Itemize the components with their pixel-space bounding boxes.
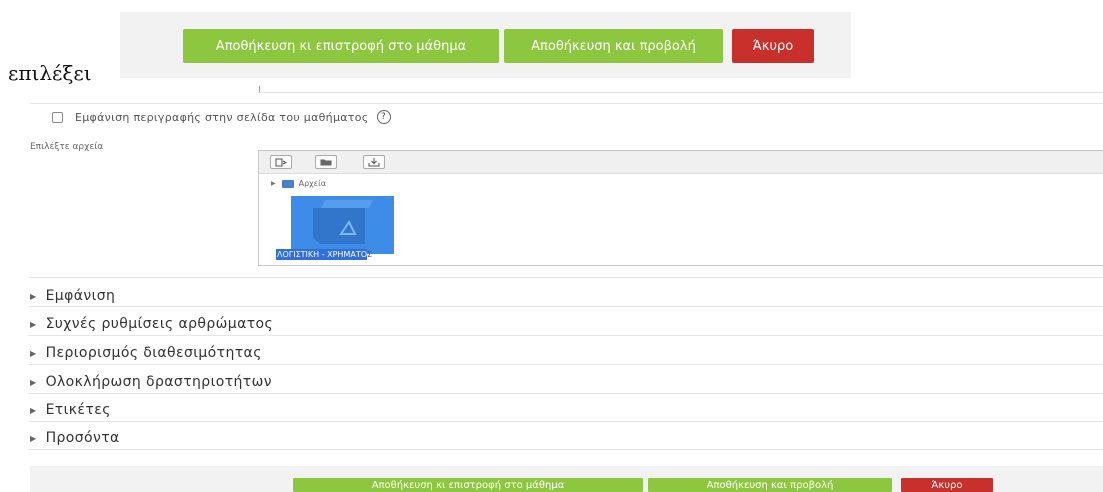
expand-triangle-icon: ▶ bbox=[271, 180, 276, 187]
files-label: Επιλέξτε αρχεία bbox=[30, 142, 104, 152]
show-description-label: Εμφάνιση περιγραφής στην σελίδα του μαθή… bbox=[75, 110, 369, 124]
expand-arrow-icon: ▶ bbox=[30, 433, 37, 443]
section-label: Προσόντα bbox=[45, 430, 120, 446]
section-restrict-access[interactable]: ▶ Περιορισμός διαθεσιμότητας bbox=[30, 345, 262, 361]
section-label: Ετικέτες bbox=[45, 402, 111, 418]
download-icon[interactable] bbox=[363, 155, 385, 169]
divider bbox=[28, 277, 1103, 278]
divider bbox=[28, 335, 1103, 336]
cancel-button[interactable]: Άκυρο bbox=[732, 29, 814, 63]
section-competencies[interactable]: ▶ Προσόντα bbox=[30, 430, 120, 446]
show-description-checkbox[interactable] bbox=[52, 111, 63, 123]
section-label: Εμφάνιση bbox=[45, 288, 116, 304]
section-common-module-settings[interactable]: ▶ Συχνές ρυθμίσεις αρθρώματος bbox=[30, 316, 273, 332]
section-appearance[interactable]: ▶ Εμφάνιση bbox=[30, 288, 115, 304]
file-thumbnail[interactable] bbox=[291, 196, 394, 254]
divider bbox=[28, 421, 1103, 422]
cancel-button[interactable]: Άκυρο bbox=[901, 478, 993, 492]
word-label: επιλέξει bbox=[8, 61, 92, 85]
save-display-button[interactable]: Αποθήκευση και προβολή bbox=[648, 478, 892, 492]
create-folder-icon[interactable] bbox=[315, 155, 337, 169]
section-tags[interactable]: ▶ Ετικέτες bbox=[30, 402, 111, 418]
save-return-button[interactable]: Αποθήκευση κι επιστροφή στο μάθημα bbox=[293, 478, 643, 492]
save-display-button[interactable]: Αποθήκευση και προβολή bbox=[504, 29, 723, 63]
divider bbox=[28, 306, 1103, 307]
divider bbox=[30, 103, 1103, 104]
file-path-breadcrumb[interactable]: ▶ Αρχεία bbox=[271, 179, 326, 188]
folder-name: Αρχεία bbox=[298, 179, 327, 188]
expand-arrow-icon: ▶ bbox=[30, 348, 37, 358]
file-picker-toolbar bbox=[259, 151, 1103, 174]
section-label: Ολοκλήρωση δραστηριοτήτων bbox=[45, 374, 272, 390]
divider bbox=[28, 449, 1103, 450]
pdf-icon bbox=[313, 200, 373, 244]
expand-arrow-icon: ▶ bbox=[30, 377, 37, 387]
section-activity-completion[interactable]: ▶ Ολοκλήρωση δραστηριοτήτων bbox=[30, 374, 272, 390]
expand-arrow-icon: ▶ bbox=[30, 319, 37, 329]
file-picker: ▶ Αρχεία ΛΟΓΙΣΤΙΚΗ - ΧΡΗΜΑΤΟ Σ bbox=[258, 150, 1103, 266]
divider bbox=[28, 393, 1103, 394]
bottom-button-bar: Αποθήκευση κι επιστροφή στο μάθημα Αποθή… bbox=[30, 466, 1103, 492]
folder-icon bbox=[281, 179, 294, 188]
file-name-selected: ΛΟΓΙΣΤΙΚΗ - ΧΡΗΜΑΤΟ bbox=[276, 248, 367, 260]
file-name-rest: Σ bbox=[367, 249, 373, 259]
show-description-row: Εμφάνιση περιγραφής στην σελίδα του μαθή… bbox=[52, 110, 391, 124]
divider bbox=[258, 92, 1103, 93]
expand-arrow-icon: ▶ bbox=[30, 405, 37, 415]
expand-arrow-icon: ▶ bbox=[30, 291, 37, 301]
save-return-button[interactable]: Αποθήκευση κι επιστροφή στο μάθημα bbox=[183, 29, 499, 63]
section-label: Συχνές ρυθμίσεις αρθρώματος bbox=[45, 316, 274, 332]
top-button-bar: Αποθήκευση κι επιστροφή στο μάθημα Αποθή… bbox=[120, 12, 851, 78]
divider bbox=[28, 364, 1103, 365]
help-icon[interactable]: ? bbox=[376, 110, 391, 124]
file-name[interactable]: ΛΟΓΙΣΤΙΚΗ - ΧΡΗΜΑΤΟ Σ bbox=[276, 248, 372, 260]
section-label: Περιορισμός διαθεσιμότητας bbox=[45, 345, 262, 361]
add-file-icon[interactable] bbox=[270, 155, 292, 169]
